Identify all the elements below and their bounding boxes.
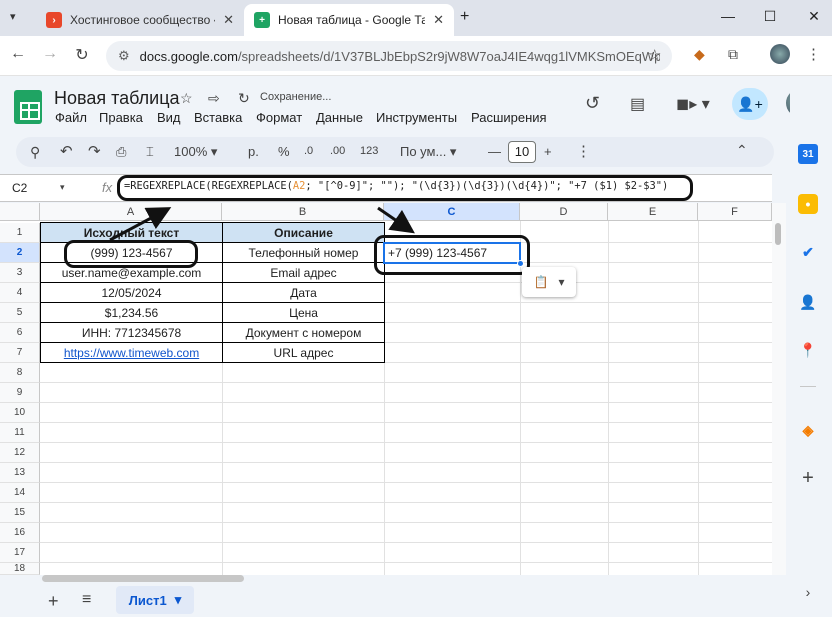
chevron-down-icon: ▾: [558, 275, 565, 289]
tasks-icon[interactable]: ✔: [798, 242, 818, 262]
maps-icon[interactable]: 📍: [798, 340, 818, 360]
vertical-scrollbar[interactable]: [772, 203, 786, 575]
contacts-icon[interactable]: 👤: [798, 292, 818, 312]
add-sheet-button[interactable]: +: [48, 591, 59, 612]
addon-icon[interactable]: ◈: [798, 420, 818, 440]
vertical-scroll-thumb[interactable]: [775, 223, 781, 245]
all-sheets-menu-icon[interactable]: ≡: [82, 591, 91, 609]
divider: [800, 386, 816, 387]
annotation-arrows: [109, 206, 415, 242]
sheet-tab-list1[interactable]: Лист1 ▾: [116, 586, 194, 614]
get-addons-icon[interactable]: +: [798, 467, 818, 489]
horizontal-scroll-thumb[interactable]: [42, 575, 244, 582]
keep-icon[interactable]: •: [798, 194, 818, 214]
chevron-down-icon[interactable]: ▾: [175, 592, 182, 608]
arrow-to-formula: [109, 207, 172, 242]
sheet-tab-label: Лист1: [128, 592, 167, 608]
arrow-to-result: [377, 206, 415, 234]
expand-panel-icon[interactable]: ›: [798, 582, 818, 602]
clipboard-icon: 📋: [533, 275, 549, 289]
paste-options-button[interactable]: 📋 ▾: [522, 267, 576, 297]
calendar-icon[interactable]: 31: [798, 144, 818, 164]
